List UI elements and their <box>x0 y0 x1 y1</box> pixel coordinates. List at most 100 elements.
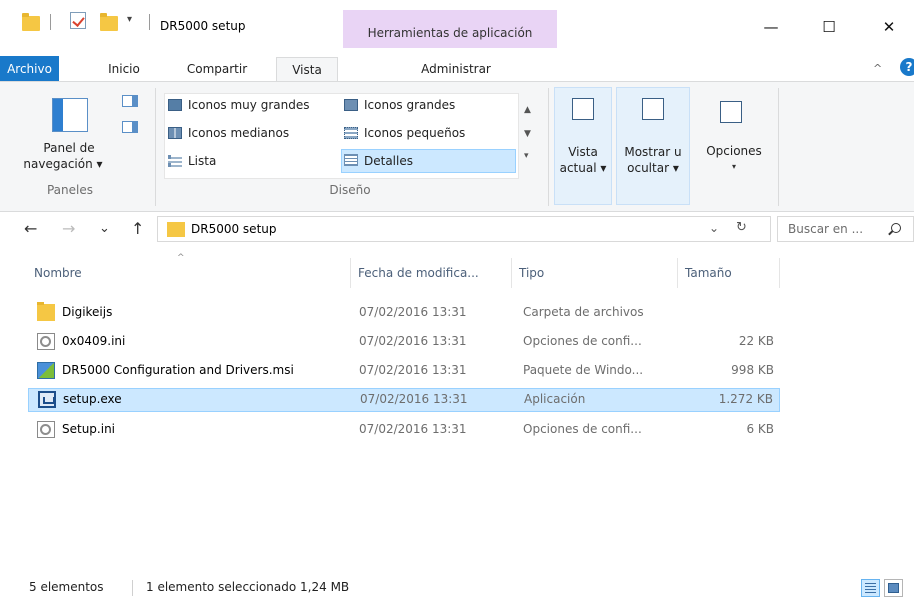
gallery-scrollbar[interactable]: ▲ ▼ ▾ <box>519 93 537 179</box>
large-icons-view-toggle-icon[interactable] <box>884 579 903 597</box>
quick-access-separator <box>50 14 51 30</box>
layout-medium-icons[interactable]: Iconos medianos <box>166 123 342 143</box>
layout-large-icons[interactable]: Iconos grandes <box>342 95 516 115</box>
tab-share[interactable]: Compartir <box>172 57 262 81</box>
column-header-type[interactable]: Tipo <box>513 258 678 288</box>
msi-package-icon <box>37 362 55 379</box>
show-hide-label-1: Mostrar u <box>624 145 682 159</box>
column-header-date[interactable]: Fecha de modifica... <box>352 258 512 288</box>
file-date: 07/02/2016 13:31 <box>359 422 467 436</box>
quick-access-folder-icon[interactable] <box>22 13 40 31</box>
up-arrow-icon[interactable]: ↑ <box>131 219 144 238</box>
list-icon <box>168 155 182 167</box>
search-icon[interactable] <box>891 223 901 233</box>
current-view-label-1: Vista <box>568 145 598 159</box>
status-item-count: 5 elementos <box>29 580 104 594</box>
file-name: 0x0409.ini <box>62 334 126 348</box>
options-button[interactable]: Opciones ▾ <box>694 87 774 205</box>
status-selection-info: 1 elemento seleccionado 1,24 MB <box>146 580 350 594</box>
current-view-icon <box>572 98 594 120</box>
current-view-label-2: actual ▾ <box>559 161 607 175</box>
file-date: 07/02/2016 13:31 <box>359 363 467 377</box>
tab-view[interactable]: Vista <box>276 57 338 81</box>
file-type: Opciones de confi... <box>523 334 642 348</box>
options-label: Opciones <box>706 144 762 158</box>
ribbon-group-divider <box>548 88 549 206</box>
title-bar: ▾ DR5000 setup Herramientas de aplicació… <box>0 0 914 48</box>
file-size: 998 KB <box>731 363 774 377</box>
layout-list[interactable]: Lista <box>166 151 342 171</box>
large-icons-view-glyph <box>888 583 899 593</box>
address-history-chevron-icon[interactable]: ⌄ <box>709 221 719 235</box>
customize-toolbar-dropdown[interactable]: ▾ <box>127 14 132 25</box>
file-name: Setup.ini <box>62 422 116 436</box>
panes-group-label: Paneles <box>46 183 93 197</box>
file-name: DR5000 Configuration and Drivers.msi <box>62 363 294 377</box>
ini-file-icon <box>37 333 55 350</box>
file-row[interactable]: DR5000 Configuration and Drivers.msi 07/… <box>28 360 780 382</box>
forward-arrow-icon[interactable]: → <box>62 219 75 238</box>
layout-small-icons-label: Iconos pequeños <box>364 126 466 140</box>
navigation-pane-button-label-1[interactable]: Panel de <box>34 140 104 156</box>
show-hide-icon <box>642 98 664 120</box>
file-date: 07/02/2016 13:31 <box>360 392 468 406</box>
layout-extra-large-icons[interactable]: Iconos muy grandes <box>166 95 342 115</box>
show-hide-button[interactable]: Mostrar u ocultar ▾ <box>616 87 690 205</box>
options-dropdown-icon: ▾ <box>731 162 736 171</box>
back-arrow-icon[interactable]: ← <box>24 219 37 238</box>
gallery-scroll-up-icon[interactable]: ▲ <box>524 105 531 115</box>
search-placeholder: Buscar en ... <box>788 222 864 236</box>
tab-manage[interactable]: Administrar <box>366 57 546 81</box>
details-pane-icon[interactable] <box>122 121 138 133</box>
options-icon <box>720 101 742 123</box>
title-separator <box>149 14 150 30</box>
file-type: Opciones de confi... <box>523 422 642 436</box>
layout-list-label: Lista <box>188 154 217 168</box>
collapse-ribbon-icon[interactable]: ^ <box>873 62 882 75</box>
column-header-size[interactable]: Tamaño <box>679 258 780 288</box>
help-icon[interactable]: ? <box>900 58 914 76</box>
file-date: 07/02/2016 13:31 <box>359 334 467 348</box>
address-folder-icon <box>167 222 185 237</box>
file-size: 22 KB <box>738 334 774 348</box>
minimize-button[interactable]: — <box>748 10 794 44</box>
details-view-toggle-icon[interactable] <box>861 579 880 597</box>
file-row[interactable]: Setup.ini 07/02/2016 13:31 Opciones de c… <box>28 419 780 441</box>
layout-extra-large-icons-label: Iconos muy grandes <box>188 98 310 112</box>
navigation-pane-icon[interactable] <box>52 98 88 132</box>
column-header-name[interactable]: Nombre <box>28 258 351 288</box>
file-name: Digikeijs <box>62 305 113 319</box>
new-folder-icon[interactable] <box>100 13 118 31</box>
file-row[interactable]: Digikeijs 07/02/2016 13:31 Carpeta de ar… <box>28 302 780 324</box>
gallery-scroll-down-icon[interactable]: ▼ <box>524 129 531 139</box>
folder-icon <box>37 302 55 321</box>
maximize-button[interactable]: ☐ <box>806 10 852 44</box>
address-bar[interactable]: DR5000 setup ⌄ ↻ <box>157 216 771 242</box>
search-input[interactable]: Buscar en ... <box>777 216 914 242</box>
gallery-more-icon[interactable]: ▾ <box>524 151 529 161</box>
refresh-icon[interactable]: ↻ <box>736 220 747 235</box>
preview-pane-icon[interactable] <box>122 95 138 107</box>
file-row[interactable]: 0x0409.ini 07/02/2016 13:31 Opciones de … <box>28 331 780 353</box>
exe-app-icon <box>38 391 56 408</box>
show-hide-label-2: ocultar ▾ <box>627 161 679 175</box>
details-view-glyph <box>865 583 876 593</box>
file-name: setup.exe <box>63 392 122 406</box>
navigation-pane-button-label-2[interactable]: navegación ▾ <box>8 156 118 172</box>
address-path[interactable]: DR5000 setup <box>191 222 277 236</box>
tab-file[interactable]: Archivo <box>0 56 59 82</box>
properties-check-icon[interactable] <box>70 12 86 29</box>
large-icons-icon <box>344 99 358 111</box>
close-button[interactable]: ✕ <box>866 10 912 44</box>
layout-details[interactable]: Detalles <box>341 149 516 173</box>
file-row-selected[interactable]: setup.exe 07/02/2016 13:31 Aplicación 1.… <box>28 388 780 412</box>
layout-large-icons-label: Iconos grandes <box>364 98 456 112</box>
recent-locations-icon[interactable]: ⌄ <box>99 221 110 236</box>
file-type: Carpeta de archivos <box>523 305 644 319</box>
current-view-button[interactable]: Vista actual ▾ <box>554 87 612 205</box>
ini-file-icon <box>37 421 55 438</box>
file-size: 1.272 KB <box>718 392 773 406</box>
file-date: 07/02/2016 13:31 <box>359 305 467 319</box>
layout-small-icons[interactable]: Iconos pequeños <box>342 123 516 143</box>
tab-home[interactable]: Inicio <box>96 57 152 81</box>
